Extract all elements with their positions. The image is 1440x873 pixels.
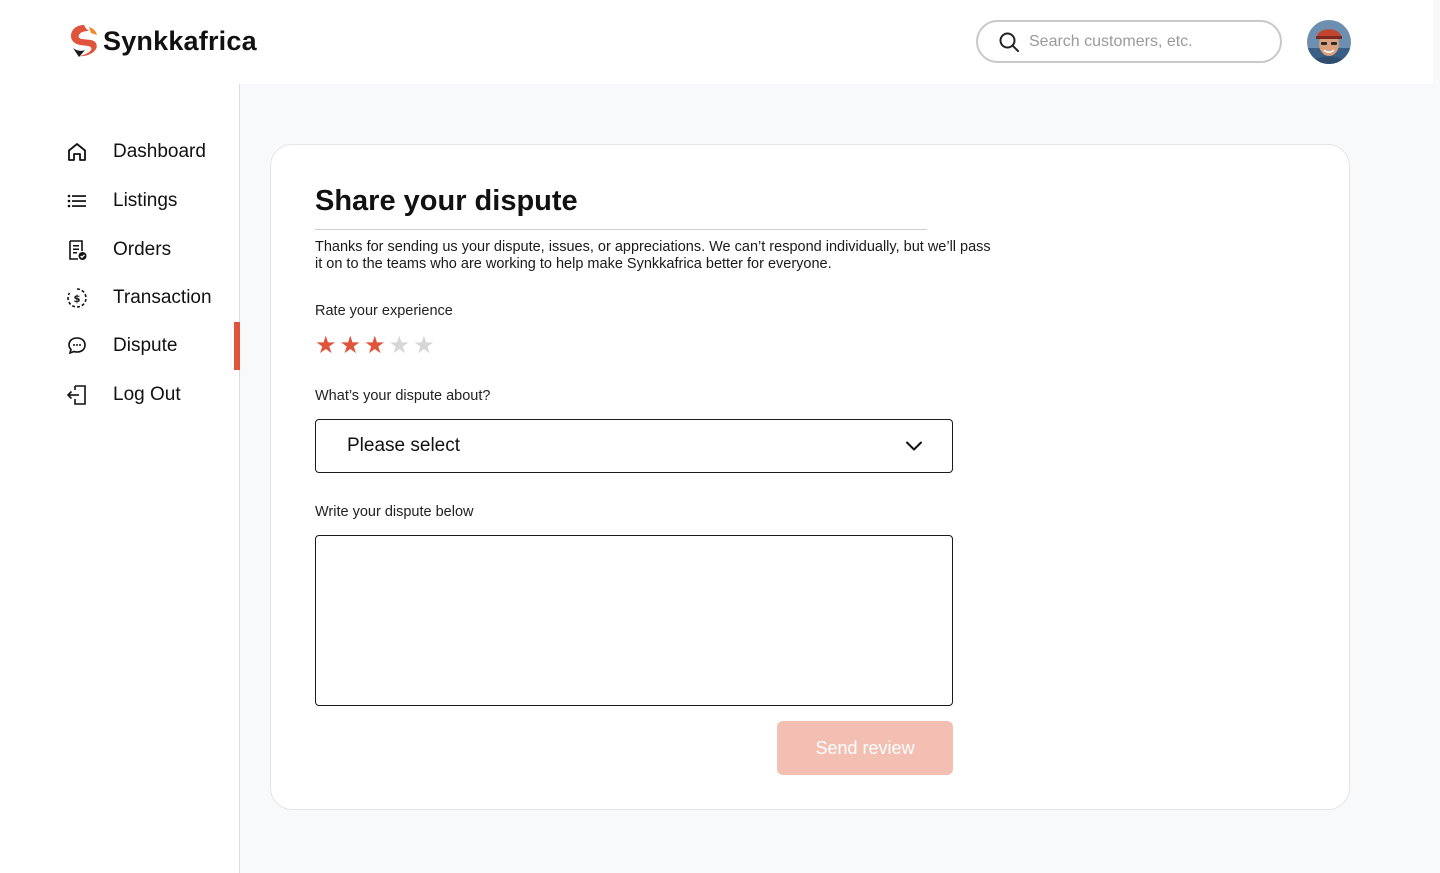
sidebar-item-dispute[interactable]: Dispute	[0, 322, 240, 370]
star-rating[interactable]: ★ ★ ★ ★ ★	[315, 331, 435, 359]
title-divider	[315, 229, 927, 230]
sidebar-item-label: Transaction	[113, 287, 212, 308]
sidebar-item-label: Log Out	[113, 384, 181, 405]
sidebar-item-label: Dispute	[113, 335, 178, 356]
chat-bubble-icon	[68, 337, 86, 355]
dollar-cycle-icon: $	[67, 288, 87, 308]
home-icon	[68, 143, 86, 161]
search-icon	[999, 32, 1019, 52]
svg-text:$: $	[74, 294, 81, 305]
orders-icon	[69, 240, 87, 260]
page-title: Share your dispute	[315, 185, 578, 217]
star-filled-icon[interactable]: ★	[315, 331, 337, 359]
sidebar-item-label: Orders	[113, 239, 172, 260]
sidebar: Dashboard Listings Orders $ Transaction	[0, 84, 240, 873]
star-filled-icon[interactable]: ★	[364, 331, 386, 359]
sidebar-item-listings[interactable]: Listings	[0, 177, 239, 225]
avatar-image	[1307, 20, 1351, 64]
chevron-down-icon	[906, 441, 922, 451]
star-filled-icon[interactable]: ★	[340, 331, 362, 359]
rating-label: Rate your experience	[315, 303, 453, 319]
sidebar-item-logout[interactable]: Log Out	[0, 371, 239, 419]
sidebar-item-dashboard[interactable]: Dashboard	[0, 128, 239, 176]
logout-icon	[66, 385, 86, 405]
pin-logo-icon	[71, 25, 97, 57]
search-bar[interactable]	[976, 20, 1282, 63]
header-edge	[1433, 0, 1440, 84]
top-header: Synkkafrica	[0, 0, 1440, 84]
select-value: Please select	[347, 435, 461, 456]
user-avatar[interactable]	[1307, 20, 1351, 64]
star-empty-icon[interactable]: ★	[413, 331, 435, 359]
sidebar-item-orders[interactable]: Orders	[0, 226, 239, 274]
dispute-message-field[interactable]	[315, 535, 953, 706]
message-label: Write your dispute below	[315, 504, 474, 520]
sidebar-item-label: Dashboard	[113, 141, 206, 162]
main-content: Share your dispute Thanks for sending us…	[240, 84, 1440, 873]
topic-label: What’s your dispute about?	[315, 388, 491, 404]
send-review-button[interactable]: Send review	[777, 721, 953, 775]
dispute-topic-select[interactable]: Please select	[315, 419, 953, 473]
star-empty-icon[interactable]: ★	[389, 331, 411, 359]
brand-logo[interactable]: Synkkafrica	[69, 24, 257, 58]
search-input[interactable]	[1029, 32, 1269, 51]
sidebar-item-transaction[interactable]: $ Transaction	[0, 274, 239, 322]
sidebar-item-label: Listings	[113, 190, 178, 211]
intro-text: Thanks for sending us your dispute, issu…	[315, 239, 991, 272]
dispute-form-card: Share your dispute Thanks for sending us…	[270, 144, 1350, 810]
brand-name: Synkkafrica	[103, 26, 257, 56]
list-icon	[67, 194, 86, 208]
